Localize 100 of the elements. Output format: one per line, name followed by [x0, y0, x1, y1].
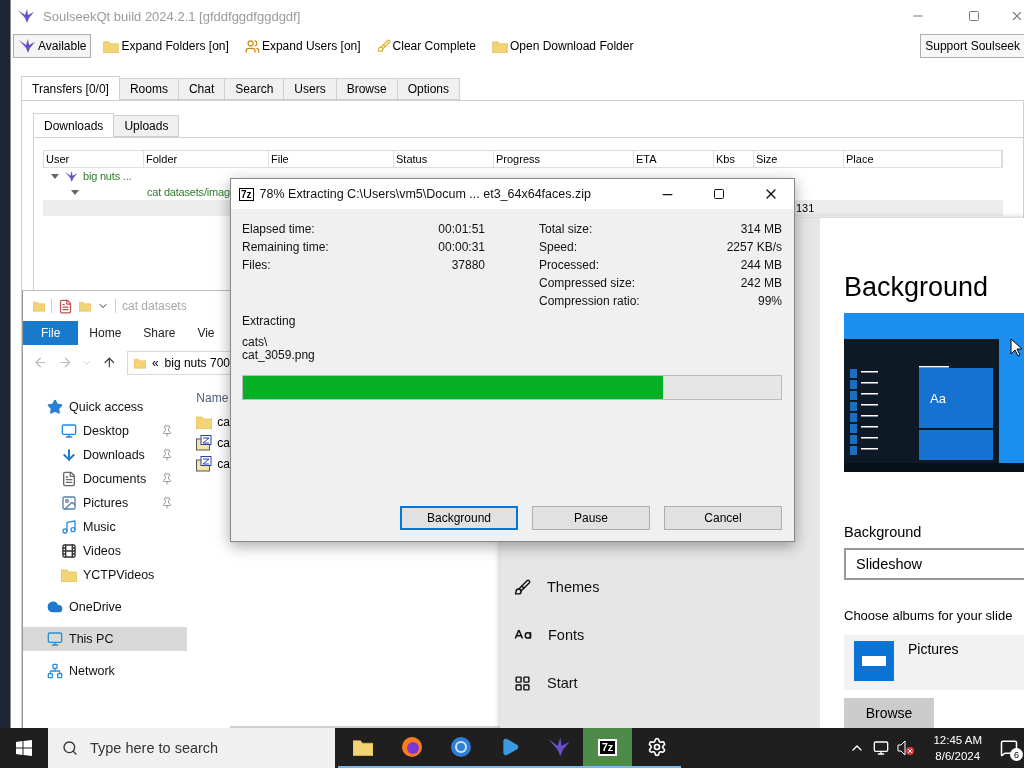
up-icon[interactable] — [102, 355, 117, 370]
nav-item[interactable]: Desktop — [23, 419, 188, 443]
taskbar-app-button[interactable]: 7z — [583, 728, 632, 768]
mouse-pointer-icon — [1010, 338, 1022, 357]
address-field[interactable]: « big nuts 700 — [126, 350, 230, 375]
page-heading: Background — [844, 272, 990, 304]
muted-speaker-icon — [897, 740, 916, 756]
windows-logo-icon — [16, 740, 32, 756]
tab[interactable]: Rooms — [118, 78, 179, 100]
breadcrumb: big nuts 700 — [164, 355, 230, 370]
nav-item[interactable]: OneDrive — [23, 595, 188, 619]
column-header[interactable]: Name — [196, 391, 230, 411]
stat-label: Processed: — [539, 258, 601, 272]
properties-icon[interactable] — [58, 298, 73, 314]
nav-item[interactable]: Music — [23, 515, 188, 539]
nav-item[interactable]: Themes — [500, 563, 820, 611]
bird-icon — [64, 169, 78, 183]
ribbon-tab[interactable]: Home — [78, 321, 133, 345]
toolbar-button[interactable]: Expand Users [on] — [240, 35, 365, 57]
expand-arrow-icon[interactable] — [71, 188, 79, 196]
toolbar-button[interactable]: Open Download Folder — [488, 35, 638, 57]
star-icon — [47, 399, 63, 415]
nav-item[interactable]: Videos — [23, 539, 188, 563]
notification-icon[interactable] — [1000, 739, 1018, 757]
file-name[interactable]: ca — [217, 456, 230, 471]
stat-label: Total size: — [539, 222, 594, 236]
dialog-button[interactable]: Cancel — [664, 506, 782, 530]
tab[interactable]: Users — [283, 78, 337, 100]
user-name: big nuts ... — [83, 170, 132, 182]
stat-label: Files: — [242, 258, 272, 272]
tab[interactable]: Chat — [177, 78, 226, 100]
tab[interactable]: Uploads — [113, 115, 180, 137]
nav-item[interactable]: Pictures — [23, 491, 188, 515]
window-title: cat datasets — [122, 299, 187, 313]
background-dropdown[interactable]: Slideshow — [844, 548, 1024, 580]
column-header[interactable]: Folder — [144, 151, 269, 168]
monitor-icon — [61, 423, 77, 439]
dialog-title: 78% Extracting C:\Users\vm5\Docum ... et3_64x64faces.zip — [259, 187, 592, 201]
maximize-icon[interactable] — [713, 188, 725, 200]
music-note-icon — [61, 519, 77, 535]
toolbar-button[interactable]: Expand Folders [on] — [99, 35, 233, 57]
network-icon[interactable] — [873, 740, 890, 756]
column-header[interactable]: User — [44, 151, 144, 168]
settings-icon — [646, 737, 667, 757]
ribbon-tab[interactable]: Vie — [186, 321, 226, 345]
column-header[interactable]: Place — [844, 151, 1002, 168]
path-text: cats\ — [242, 336, 269, 349]
breadcrumb-chevron: « — [151, 355, 159, 370]
field-label: Background — [844, 524, 923, 540]
album-tile[interactable]: Pictures — [844, 635, 1024, 690]
stat-label: Elapsed time: — [242, 222, 316, 236]
search-field[interactable]: Type here to search — [48, 728, 335, 768]
stat-label: Speed: — [539, 240, 579, 254]
tab[interactable]: Browse — [335, 78, 398, 100]
notification-count: 6 — [1010, 748, 1023, 761]
dialog-button[interactable]: Background — [400, 506, 518, 530]
column-header[interactable]: File — [269, 151, 394, 168]
tile-label: Aa — [930, 391, 946, 406]
folder-name: cat datasets/imag — [147, 186, 230, 198]
status-button[interactable]: Available — [13, 34, 92, 58]
nav-item[interactable]: Fonts — [500, 611, 820, 659]
tab[interactable]: Options — [396, 78, 461, 100]
clock-time[interactable]: 12:45 AM — [933, 732, 982, 748]
brush-icon — [514, 578, 531, 596]
browser-icon — [449, 736, 472, 758]
stat-value: 314 MB — [739, 222, 782, 236]
download-arrow-icon — [61, 447, 77, 463]
nav-item[interactable]: Documents — [23, 467, 188, 491]
clock-date[interactable]: 8/6/2024 — [935, 748, 981, 764]
support-button[interactable]: Support Soulseek — [920, 34, 1024, 58]
window-title: SoulseekQt build 2024.2.1 [gfddfggdfggdgdf] — [43, 8, 302, 24]
stat-label: Compression ratio: — [539, 294, 641, 308]
expand-arrow-icon[interactable] — [51, 172, 59, 180]
table-cell: 131 — [796, 202, 815, 214]
column-header[interactable]: Kbs — [714, 151, 754, 168]
nav-item[interactable]: YCTPVideos — [23, 563, 188, 587]
tab[interactable]: Downloads — [33, 113, 115, 137]
nav-item[interactable]: This PC — [23, 627, 188, 651]
file-name[interactable]: ca — [217, 435, 230, 450]
column-header[interactable]: Status — [394, 151, 494, 168]
nav-item[interactable]: Network — [23, 659, 188, 683]
grid-icon — [514, 674, 531, 692]
stat-value: 2257 KB/s — [726, 240, 782, 254]
toolbar-button[interactable]: Clear Complete — [372, 35, 480, 57]
ribbon-tab[interactable]: Share — [132, 321, 187, 345]
ribbon-tab[interactable]: File — [23, 321, 79, 345]
column-header[interactable]: Size — [754, 151, 844, 168]
browse-button[interactable]: Browse — [844, 698, 934, 728]
tab[interactable]: Search — [224, 78, 285, 100]
dialog-button[interactable]: Pause — [532, 506, 650, 530]
nav-item[interactable]: Start — [500, 659, 820, 707]
file-name[interactable]: ca — [217, 414, 230, 429]
column-header[interactable]: ETA — [634, 151, 714, 168]
column-header[interactable]: Progress — [494, 151, 634, 168]
archive-icon — [196, 455, 213, 472]
status-text: Extracting — [242, 315, 297, 328]
computer-icon — [47, 631, 63, 647]
tab[interactable]: Transfers [0/0] — [21, 76, 120, 100]
nav-item[interactable]: Downloads — [23, 443, 188, 467]
nav-item[interactable]: Quick access — [23, 395, 188, 419]
